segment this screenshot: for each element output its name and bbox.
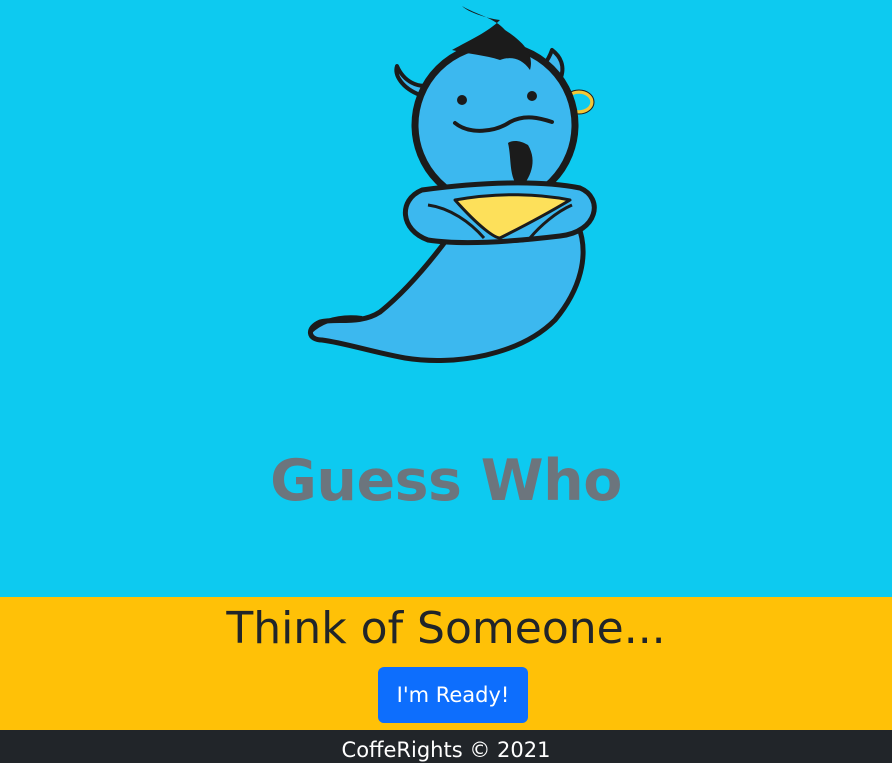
footer-copyright: CoffeRights © 2021 xyxy=(341,738,551,762)
ready-button[interactable]: I'm Ready! xyxy=(378,667,528,723)
game-title: Guess Who xyxy=(270,448,622,514)
prompt-heading: Think of Someone... xyxy=(226,603,666,654)
genie-mascot-icon xyxy=(308,6,597,363)
hero-section: Guess Who xyxy=(0,0,892,597)
prompt-section: Think of Someone... I'm Ready! xyxy=(0,597,892,730)
footer: CoffeRights © 2021 xyxy=(0,730,892,763)
